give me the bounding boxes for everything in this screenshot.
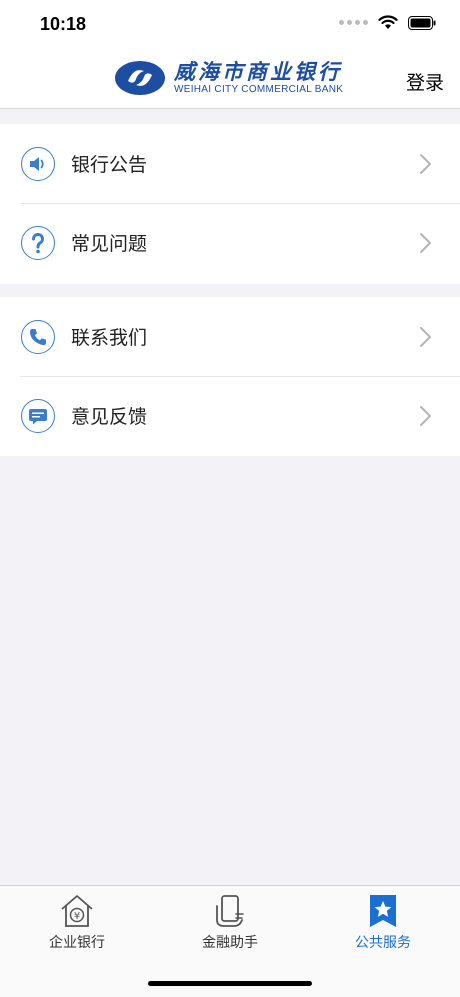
status-time: 10:18 — [40, 14, 87, 34]
star-bookmark-icon — [370, 895, 396, 927]
tab-label: 公共服务 — [355, 935, 411, 951]
menu-item-label: 银行公告 — [71, 154, 148, 176]
house-yuan-icon: ¥ — [61, 895, 93, 927]
feedback-icon — [21, 398, 55, 433]
wifi-icon — [378, 15, 398, 29]
status-bar: 10:18 — [0, 0, 460, 50]
phone-icon — [21, 319, 55, 354]
phone-hand-icon — [216, 895, 244, 927]
tab-label: 金融助手 — [202, 935, 258, 951]
tab-label: 企业银行 — [49, 935, 105, 951]
menu-item-label: 联系我们 — [71, 327, 148, 349]
question-icon — [21, 225, 55, 260]
home-indicator — [148, 981, 312, 986]
menu-group-2: 联系我们 意见反馈 — [0, 297, 460, 456]
svg-text:¥: ¥ — [74, 911, 80, 922]
menu-item-faq[interactable]: 常见问题 — [0, 203, 460, 282]
chevron-right-icon — [420, 405, 431, 426]
bank-logo-cn: 威海市商业银行 — [174, 59, 342, 84]
chevron-right-icon — [420, 326, 431, 347]
tab-public-services[interactable]: 公共服务 — [323, 894, 443, 952]
speaker-icon — [21, 146, 55, 181]
menu-item-feedback[interactable]: 意见反馈 — [0, 376, 460, 455]
status-indicators — [339, 15, 436, 30]
signal-icon — [339, 20, 368, 25]
menu-item-label: 常见问题 — [71, 233, 148, 255]
battery-icon — [408, 15, 436, 30]
menu-item-label: 意见反馈 — [71, 406, 148, 428]
login-button[interactable]: 登录 — [406, 68, 444, 95]
bank-logo: 威海市商业银行 WEIHAI CITY COMMERCIAL BANK — [114, 59, 343, 97]
tab-financial-assistant[interactable]: 金融助手 — [170, 894, 290, 952]
tab-enterprise-banking[interactable]: ¥ 企业银行 — [17, 894, 137, 952]
chevron-right-icon — [420, 232, 431, 253]
menu-item-bank-announcement[interactable]: 银行公告 — [0, 124, 460, 203]
bank-logo-icon — [115, 61, 165, 95]
menu-group-1: 银行公告 常见问题 — [0, 124, 460, 284]
chevron-right-icon — [420, 153, 431, 174]
menu-item-contact-us[interactable]: 联系我们 — [0, 297, 460, 376]
bank-logo-en: WEIHAI CITY COMMERCIAL BANK — [174, 84, 344, 95]
nav-bar: 威海市商业银行 WEIHAI CITY COMMERCIAL BANK 登录 — [0, 50, 460, 109]
